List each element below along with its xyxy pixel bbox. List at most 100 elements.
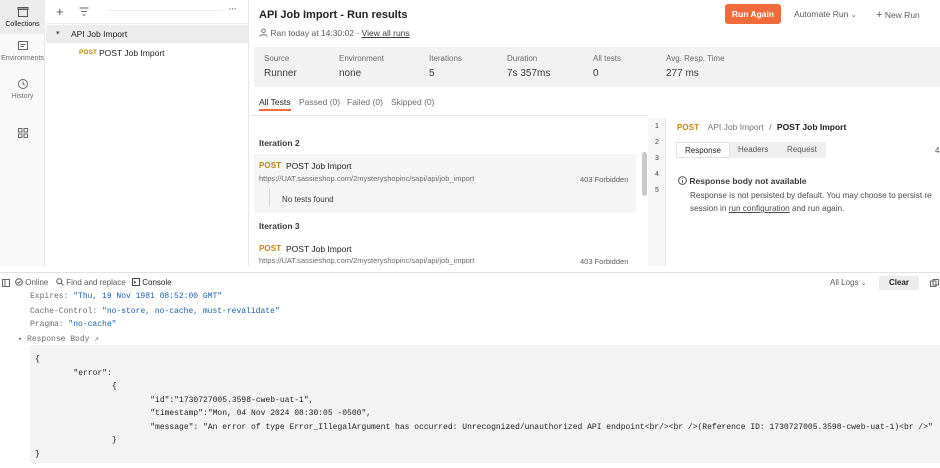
online-check-icon <box>15 278 23 286</box>
method-badge: POST <box>79 49 98 56</box>
response-not-available: Response body not available <box>678 176 807 186</box>
tab-passed[interactable]: Passed (0) <box>299 97 340 107</box>
request-name: POST Job Import <box>286 244 352 254</box>
tab-request[interactable]: Request <box>787 142 817 158</box>
tree-item-collection[interactable]: ▾ API Job Import <box>46 25 249 43</box>
console-header-line: Cache-Control: "no-store, no-cache, must… <box>30 307 280 316</box>
code-line: } <box>35 448 40 462</box>
tree-toolbar: + ··· <box>46 0 249 24</box>
iteration-heading: Iteration 2 <box>259 138 300 148</box>
run-config-pre: session in <box>690 204 727 213</box>
external-link-icon[interactable]: ↗ <box>94 335 99 344</box>
results-scrollbar[interactable] <box>642 152 647 196</box>
find-and-replace-button[interactable]: Find and replace <box>56 273 126 293</box>
code-line-text: "error": <box>35 368 112 378</box>
automate-run-label: Automate Run <box>794 9 849 19</box>
not-persisted-line: Response is not persisted by default. Yo… <box>690 191 932 200</box>
tab-response[interactable]: Response <box>676 142 730 158</box>
online-label: Online <box>25 278 49 287</box>
request-result-card[interactable]: POST POST Job Import https://UAT.sassies… <box>254 238 636 266</box>
chevron-down-icon: ⌄ <box>850 12 857 19</box>
header-key: Expires: <box>30 292 69 300</box>
log-level-select[interactable]: All Logs ⌄ <box>830 273 867 293</box>
request-name: POST Job Import <box>286 161 352 171</box>
run-summary: Source Runner Environment none Iteration… <box>254 47 940 87</box>
collection-name: API Job Import <box>71 29 128 39</box>
tree-search-divider <box>107 10 222 11</box>
sidebar-item-collections[interactable]: Collections <box>0 0 45 34</box>
code-line: } <box>35 434 117 448</box>
iteration-heading: Iteration 3 <box>259 221 300 231</box>
view-all-runs-link[interactable]: View all runs <box>362 28 410 38</box>
line-number[interactable]: 1 <box>648 123 666 130</box>
code-line-text: "id":"1730727005.3598-cweb-uat-1", <box>35 395 314 405</box>
summary-value: 277 ms <box>666 68 699 79</box>
automate-run-button[interactable]: Automate Run ⌄ <box>794 9 857 19</box>
code-line: "id":"1730727005.3598-cweb-uat-1", <box>35 394 313 408</box>
run-configuration-link[interactable]: run configuration <box>729 204 790 213</box>
tab-all-tests[interactable]: All Tests <box>259 97 291 107</box>
run-again-button[interactable]: Run Again <box>725 4 781 24</box>
line-number[interactable]: 4 <box>648 171 666 178</box>
sidebar-item-label: History <box>11 93 34 100</box>
breadcrumb-separator: / <box>769 122 772 132</box>
tree-item-request[interactable]: POST POST Job Import <box>46 44 249 62</box>
console-button[interactable]: Console <box>132 273 172 293</box>
response-body-toggle[interactable]: ▾ Response Body ↗ <box>18 334 99 344</box>
detail-breadcrumb: POST API Job Import / POST Job Import <box>677 122 846 132</box>
console-header-line: Expires: "Thu, 19 Nov 1981 08:52:00 GMT" <box>30 292 222 300</box>
separator-dot: · <box>356 28 360 38</box>
filter-icon[interactable] <box>79 7 89 16</box>
copy-icon[interactable] <box>930 279 939 287</box>
summary-value: none <box>339 68 362 79</box>
new-run-label: New Run <box>884 10 920 20</box>
summary-label: Duration <box>507 54 538 63</box>
header-value: "Thu, 19 Nov 1981 08:52:00 GMT" <box>73 292 223 300</box>
run-info: Ran today at 14:30:02 · View all runs <box>259 28 410 38</box>
response-body-code: { "error": { "id":"1730727005.3598-cweb-… <box>30 345 940 463</box>
header-key: Pragma: <box>30 320 64 329</box>
new-run-button[interactable]: + New Run <box>876 9 920 21</box>
sidebar-item-apps[interactable] <box>0 127 45 141</box>
request-result-card[interactable]: POST POST Job Import https://UAT.sassies… <box>254 154 636 213</box>
summary-label: Avg. Resp. Time <box>666 54 725 63</box>
summary-all-tests: All tests 0 <box>593 54 621 79</box>
code-line-text: { <box>35 355 40 364</box>
summary-value: 5 <box>429 68 435 79</box>
active-tab-indicator <box>259 109 291 111</box>
sidebar-item-history[interactable]: History <box>0 78 45 108</box>
header-key: Cache-Control: <box>30 307 98 316</box>
tab-skipped[interactable]: Skipped (0) <box>391 97 434 107</box>
line-number[interactable]: 5 <box>648 187 666 194</box>
header-value: "no-cache" <box>68 320 117 329</box>
chevron-down-icon: ▾ <box>56 30 60 37</box>
code-line-text: } <box>35 449 40 459</box>
clear-button[interactable]: Clear <box>879 276 919 290</box>
breadcrumb-collection[interactable]: API Job Import <box>708 122 764 132</box>
caret-down-icon: ▾ <box>18 336 23 344</box>
breadcrumb-request: POST Job Import <box>776 122 847 132</box>
toggle-sidebar-icon[interactable] <box>2 279 10 287</box>
tab-failed[interactable]: Failed (0) <box>347 97 383 107</box>
code-line-text: { <box>35 382 117 391</box>
find-label: Find and replace <box>66 278 126 287</box>
run-config-line: session in run configuration and run aga… <box>690 204 844 213</box>
apps-grid-icon <box>17 128 28 138</box>
line-number[interactable]: 2 <box>648 139 666 146</box>
sidebar-item-environments[interactable]: Environments <box>0 40 45 70</box>
status-bar: Online Find and replace Console All Logs… <box>0 272 940 292</box>
online-status[interactable]: Online <box>15 273 48 293</box>
method-badge: POST <box>259 244 282 253</box>
add-icon[interactable]: + <box>56 4 64 19</box>
code-line-text: "message": "An error of type Error_Illeg… <box>35 422 933 432</box>
sidebar: Collections Environments History <box>0 0 45 266</box>
more-options-icon[interactable]: ··· <box>228 3 237 15</box>
no-tests-text: No tests found <box>282 195 334 204</box>
line-number[interactable]: 3 <box>648 155 666 162</box>
tab-headers[interactable]: Headers <box>738 142 768 158</box>
collections-icon <box>17 7 28 17</box>
summary-label: Environment <box>339 54 384 63</box>
summary-label: Source <box>264 54 290 63</box>
code-line-text: } <box>35 436 117 445</box>
tests-indent-bar <box>269 188 270 207</box>
